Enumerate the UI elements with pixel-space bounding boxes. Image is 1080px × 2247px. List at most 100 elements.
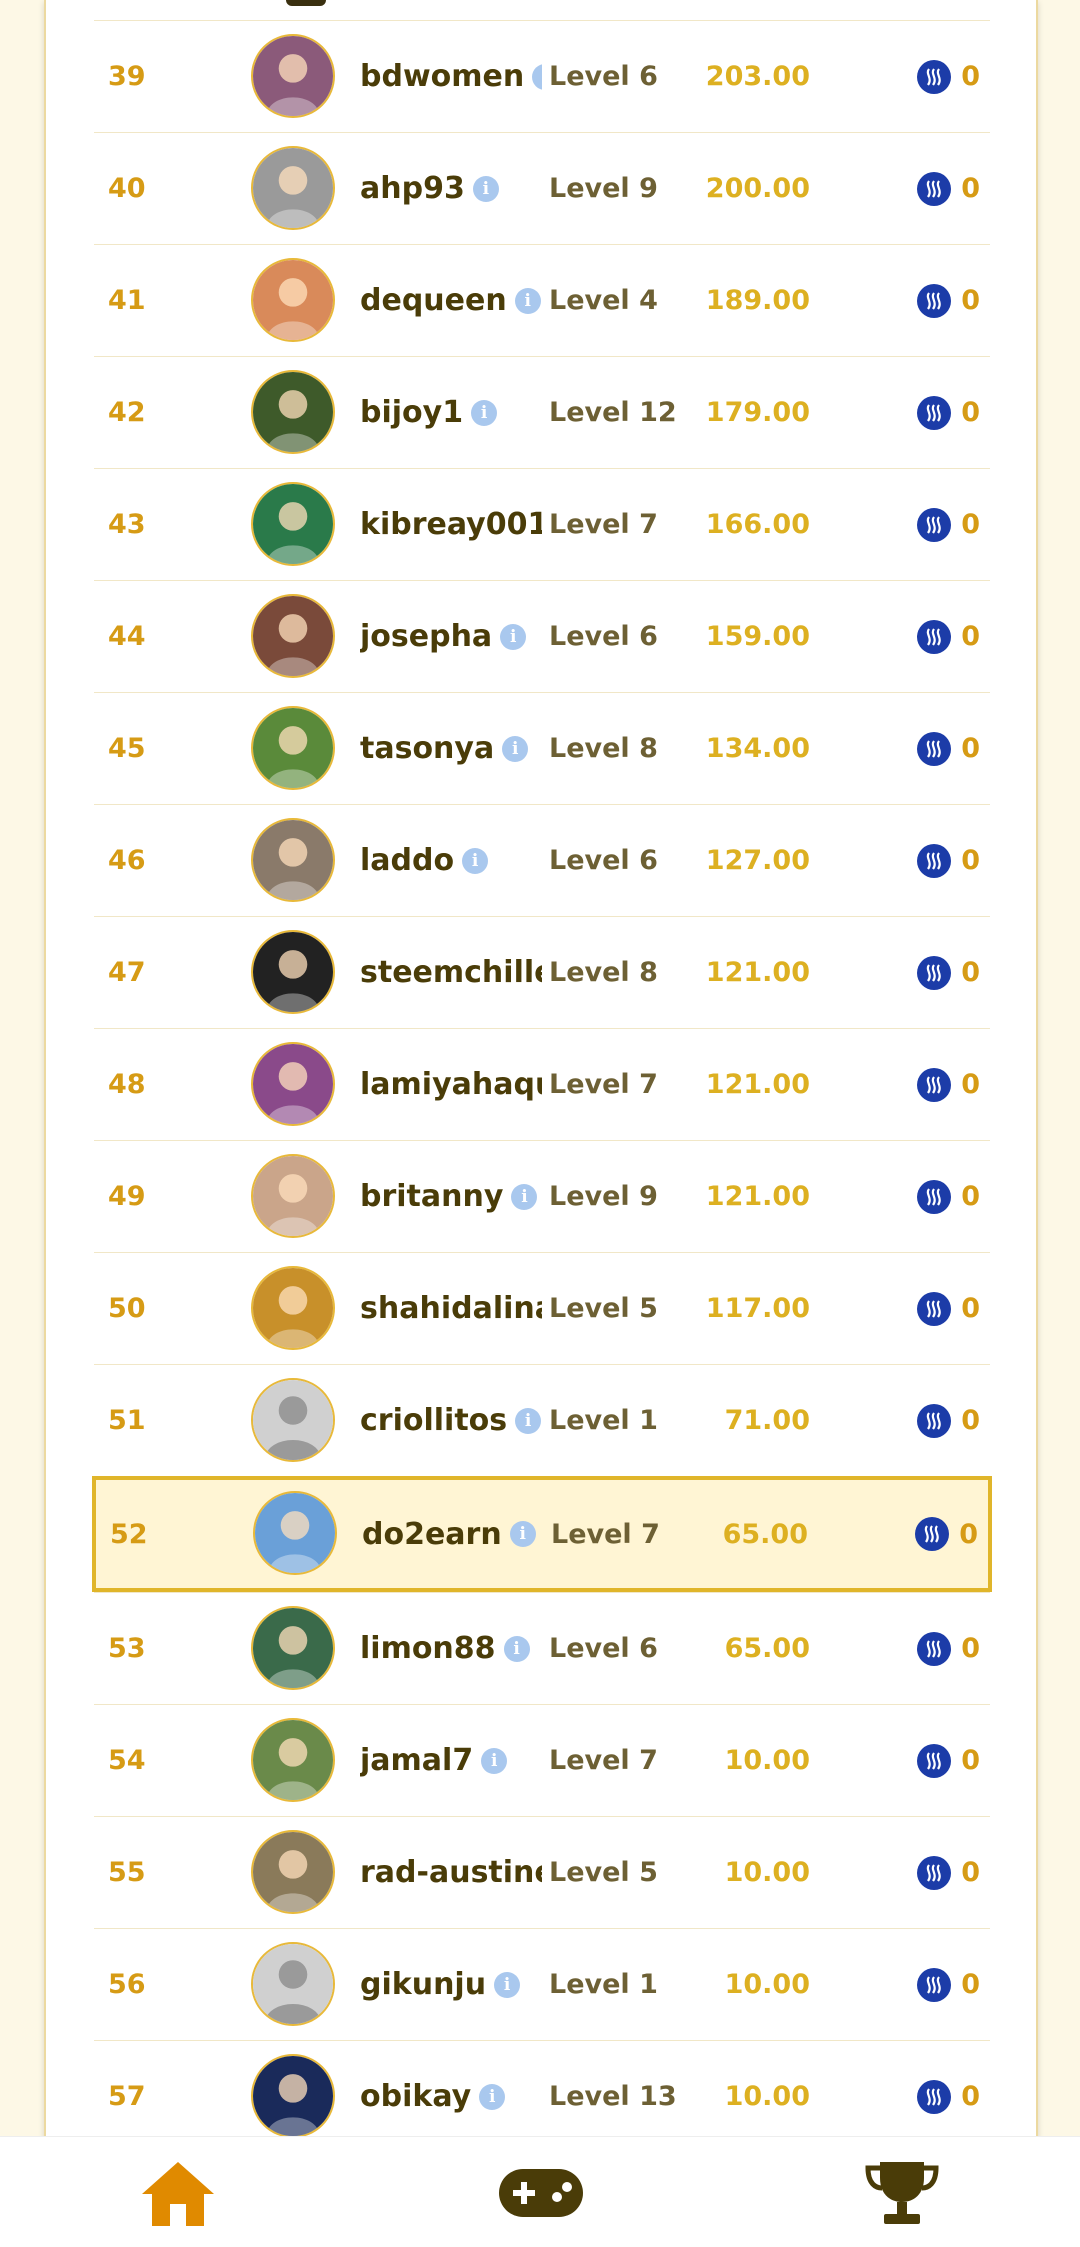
avatar[interactable] bbox=[251, 2054, 335, 2138]
avatar[interactable] bbox=[251, 1378, 335, 1462]
level-label: Level 1 bbox=[549, 1969, 658, 2000]
steem-icon bbox=[917, 1743, 952, 1778]
nav-leaderboard-button[interactable] bbox=[860, 2155, 944, 2231]
leaderboard-row[interactable]: 48 lamiyahaque Level 7 121.00 0 bbox=[94, 1028, 990, 1140]
reward-value: 0 bbox=[961, 397, 980, 428]
leaderboard-row[interactable]: 39 bdwomen i Level 6 203.00 0 bbox=[94, 20, 990, 132]
username[interactable]: josepha bbox=[360, 619, 492, 654]
avatar[interactable] bbox=[251, 1718, 335, 1802]
info-icon[interactable]: i bbox=[511, 1183, 538, 1210]
info-icon[interactable]: i bbox=[494, 1971, 521, 1998]
leaderboard-row[interactable]: 43 kibreay001 Level 7 166.00 0 bbox=[94, 468, 990, 580]
leaderboard-row[interactable]: 41 dequeen i Level 4 189.00 0 bbox=[94, 244, 990, 356]
steem-icon bbox=[917, 731, 952, 766]
score-value: 189.00 bbox=[705, 285, 810, 316]
steem-icon bbox=[917, 395, 952, 430]
username[interactable]: britanny bbox=[360, 1179, 503, 1214]
avatar[interactable] bbox=[251, 706, 335, 790]
reward-value: 0 bbox=[961, 509, 980, 540]
steem-icon bbox=[917, 619, 952, 654]
info-icon[interactable]: i bbox=[503, 1635, 530, 1662]
leaderboard-row[interactable]: 55 rad-austine Level 5 10.00 0 bbox=[94, 1816, 990, 1928]
username[interactable]: do2earn bbox=[362, 1517, 502, 1552]
gamepad-icon bbox=[499, 2169, 583, 2217]
nav-games-button[interactable] bbox=[496, 2155, 586, 2231]
username[interactable]: steemchiller bbox=[360, 955, 542, 990]
leaderboard-row[interactable]: 44 josepha i Level 6 159.00 0 bbox=[94, 580, 990, 692]
username[interactable]: kibreay001 bbox=[360, 507, 542, 542]
rank-number: 54 bbox=[108, 1745, 146, 1776]
info-icon[interactable]: i bbox=[509, 1521, 536, 1547]
username[interactable]: rad-austine bbox=[360, 1855, 542, 1890]
reward-cell: 0 bbox=[917, 805, 980, 916]
avatar-image bbox=[253, 1044, 333, 1124]
username[interactable]: jamal7 bbox=[360, 1743, 473, 1778]
info-icon[interactable]: i bbox=[462, 847, 489, 874]
info-icon[interactable]: i bbox=[500, 623, 527, 650]
info-icon[interactable]: i bbox=[514, 287, 541, 314]
username[interactable]: bdwomen bbox=[360, 59, 524, 94]
username[interactable]: ahp93 bbox=[360, 171, 465, 206]
info-icon[interactable]: i bbox=[532, 63, 542, 90]
level-label: Level 7 bbox=[549, 1745, 658, 1776]
avatar[interactable] bbox=[251, 34, 335, 118]
info-icon[interactable]: i bbox=[502, 735, 529, 762]
info-icon[interactable]: i bbox=[472, 175, 499, 202]
reward-cell: 0 bbox=[917, 693, 980, 804]
leaderboard-row[interactable]: 54 jamal7 i Level 7 10.00 0 bbox=[94, 1704, 990, 1816]
leaderboard-row[interactable]: 47 steemchiller Level 8 121.00 0 bbox=[94, 916, 990, 1028]
avatar[interactable] bbox=[251, 818, 335, 902]
username[interactable]: laddo bbox=[360, 843, 454, 878]
username-cell: shahidalinaz bbox=[360, 1253, 542, 1364]
reward-value: 0 bbox=[961, 1633, 980, 1664]
avatar[interactable] bbox=[251, 1266, 335, 1350]
username[interactable]: shahidalinaz bbox=[360, 1291, 542, 1326]
username-cell: lamiyahaque bbox=[360, 1029, 542, 1140]
avatar-image bbox=[253, 36, 333, 116]
username[interactable]: lamiyahaque bbox=[360, 1067, 542, 1102]
leaderboard-row[interactable]: 42 bijoy1 i Level 12 179.00 0 bbox=[94, 356, 990, 468]
username[interactable]: obikay bbox=[360, 2079, 471, 2114]
reward-cell: 0 bbox=[917, 21, 980, 132]
avatar[interactable] bbox=[253, 1491, 337, 1575]
username[interactable]: dequeen bbox=[360, 283, 507, 318]
nav-home-button[interactable] bbox=[136, 2155, 220, 2231]
leaderboard-row[interactable]: 50 shahidalinaz Level 5 117.00 0 bbox=[94, 1252, 990, 1364]
avatar[interactable] bbox=[251, 370, 335, 454]
username[interactable]: bijoy1 bbox=[360, 395, 463, 430]
info-icon[interactable]: i bbox=[471, 399, 498, 426]
username[interactable]: limon88 bbox=[360, 1631, 496, 1666]
leaderboard-row[interactable]: 51 criollitos i Level 1 71.00 0 bbox=[94, 1364, 990, 1476]
level-label: Level 5 bbox=[549, 1293, 658, 1324]
level-label: Level 9 bbox=[549, 1181, 658, 1212]
leaderboard-row[interactable]: 49 britanny i Level 9 121.00 0 bbox=[94, 1140, 990, 1252]
leaderboard-list: 39 bdwomen i Level 6 203.00 0 40 bbox=[92, 20, 992, 2152]
avatar[interactable] bbox=[251, 482, 335, 566]
avatar[interactable] bbox=[251, 930, 335, 1014]
leaderboard-row[interactable]: 46 laddo i Level 6 127.00 0 bbox=[94, 804, 990, 916]
avatar[interactable] bbox=[251, 594, 335, 678]
level-label: Level 8 bbox=[549, 957, 658, 988]
leaderboard-row[interactable]: 56 gikunju i Level 1 10.00 0 bbox=[94, 1928, 990, 2040]
info-icon[interactable]: i bbox=[479, 2083, 506, 2110]
avatar[interactable] bbox=[251, 1042, 335, 1126]
avatar[interactable] bbox=[251, 1606, 335, 1690]
leaderboard-row[interactable]: 45 tasonya i Level 8 134.00 0 bbox=[94, 692, 990, 804]
avatar[interactable] bbox=[251, 146, 335, 230]
leaderboard-row-current-user[interactable]: 52 do2earn i Level 7 65.00 0 bbox=[92, 1476, 992, 1592]
info-icon[interactable]: i bbox=[515, 1407, 542, 1434]
username[interactable]: criollitos bbox=[360, 1403, 507, 1438]
leaderboard-row[interactable]: 53 limon88 i Level 6 65.00 0 bbox=[94, 1592, 990, 1704]
avatar[interactable] bbox=[251, 1154, 335, 1238]
avatar[interactable] bbox=[251, 258, 335, 342]
avatar[interactable] bbox=[251, 1830, 335, 1914]
score-value: 65.00 bbox=[722, 1518, 808, 1550]
username[interactable]: gikunju bbox=[360, 1967, 486, 2002]
reward-value: 0 bbox=[961, 1969, 980, 2000]
reward-value: 0 bbox=[959, 1518, 978, 1550]
info-icon[interactable]: i bbox=[481, 1747, 508, 1774]
avatar[interactable] bbox=[251, 1942, 335, 2026]
username[interactable]: tasonya bbox=[360, 731, 494, 766]
leaderboard-row[interactable]: 40 ahp93 i Level 9 200.00 0 bbox=[94, 132, 990, 244]
username-cell: criollitos i bbox=[360, 1365, 542, 1476]
